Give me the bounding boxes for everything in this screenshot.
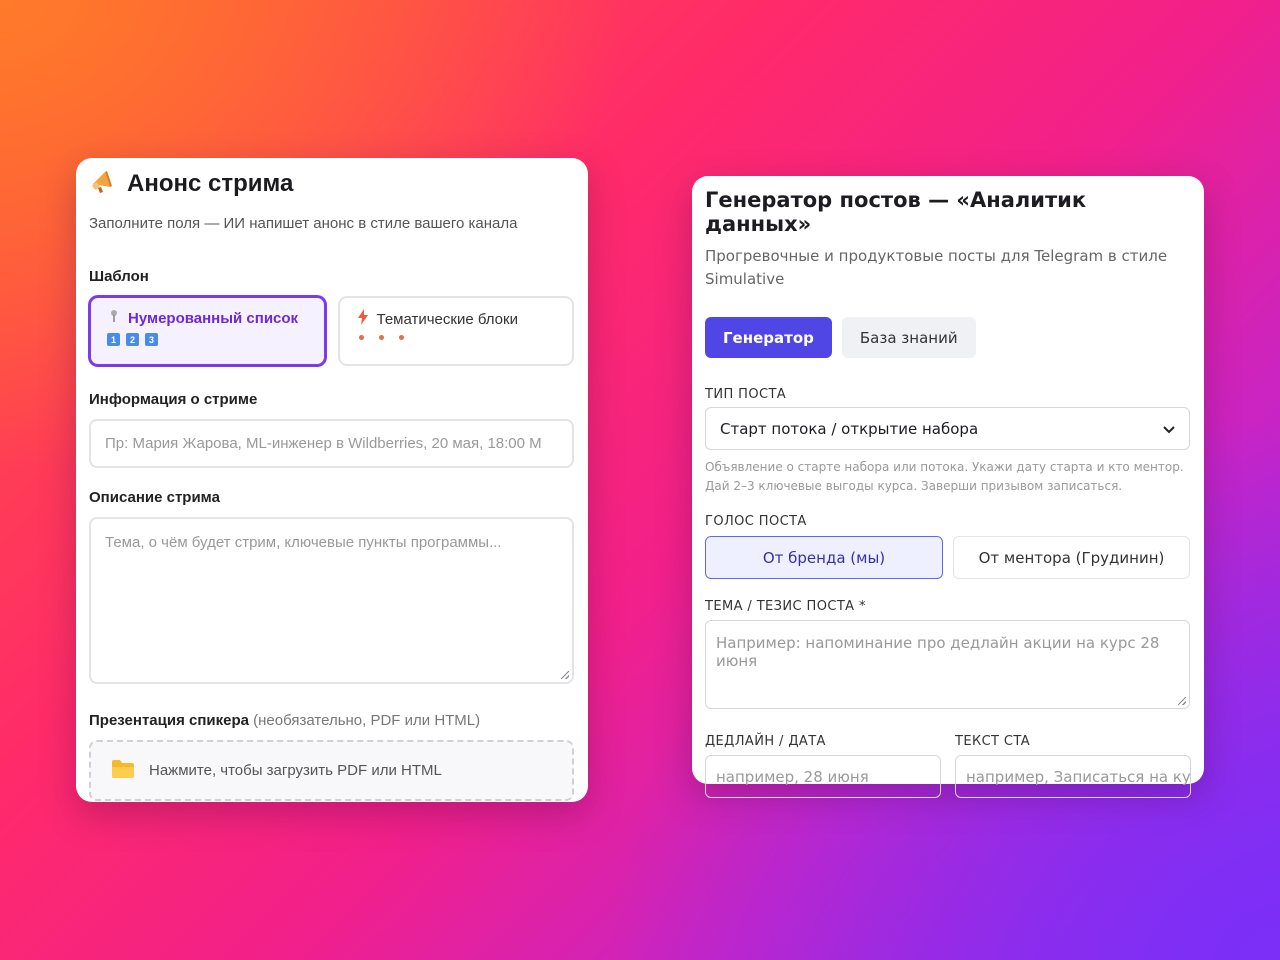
cta-group: ТЕКСТ CTA например, Записаться на кур bbox=[955, 734, 1191, 798]
post-type-hint: Объявление о старте набора или потока. У… bbox=[705, 460, 1184, 493]
topic-placeholder: Например: напоминание про дедлайн акции … bbox=[716, 634, 1160, 670]
template-numbered-list[interactable]: Нумерованный список 1 2 3 bbox=[89, 296, 326, 366]
post-type-select[interactable]: Старт потока / открытие набора bbox=[705, 407, 1190, 450]
dots-preview bbox=[356, 335, 573, 340]
presentation-label-row: Презентация спикера (необязательно, PDF … bbox=[89, 712, 574, 729]
stream-announcement-card: Анонс стрима Заполните поля — ИИ напишет… bbox=[76, 158, 588, 802]
dot-icon bbox=[358, 335, 364, 340]
topic-textarea[interactable]: Например: напоминание про дедлайн акции … bbox=[705, 620, 1190, 709]
tab-knowledge-base[interactable]: База знаний bbox=[841, 317, 976, 358]
resize-handle-icon[interactable] bbox=[1178, 697, 1186, 705]
file-upload-dropzone[interactable]: Нажмите, чтобы загрузить PDF или HTML bbox=[89, 740, 574, 801]
voice-mentor-button[interactable]: От ментора (Грудинин) bbox=[953, 536, 1190, 579]
topic-label: ТЕМА / ТЕЗИС ПОСТА * bbox=[705, 599, 866, 614]
upload-text: Нажмите, чтобы загрузить PDF или HTML bbox=[149, 762, 442, 779]
megaphone-icon bbox=[89, 167, 117, 202]
stream-info-placeholder: Пр: Мария Жарова, ML-инженер в Wildberri… bbox=[105, 435, 542, 452]
template-options: Нумерованный список 1 2 3 Тематические б… bbox=[89, 296, 574, 366]
card-subtitle: Заполните поля — ИИ напишет анонс в стил… bbox=[89, 215, 518, 232]
card-subtitle: Прогревочные и продуктовые посты для Tel… bbox=[705, 247, 1168, 288]
page-title: Анонс стрима bbox=[127, 170, 294, 197]
folder-icon bbox=[111, 759, 135, 783]
chevron-down-icon bbox=[1163, 420, 1175, 438]
stream-info-input[interactable]: Пр: Мария Жарова, ML-инженер в Wildberri… bbox=[89, 419, 574, 468]
deadline-input[interactable]: например, 28 июня bbox=[705, 755, 941, 798]
voice-options: От бренда (мы) От ментора (Грудинин) bbox=[705, 536, 1190, 579]
deadline-label: ДЕДЛАЙН / ДАТА bbox=[705, 734, 826, 749]
voice-brand-button[interactable]: От бренда (мы) bbox=[705, 536, 943, 579]
cta-placeholder: например, Записаться на кур bbox=[966, 767, 1191, 786]
post-generator-card: Генератор постов — «Аналитик данных» Про… bbox=[692, 176, 1204, 798]
presentation-label: Презентация спикера bbox=[89, 712, 249, 729]
dot-icon bbox=[378, 335, 384, 340]
tab-bar: Генератор База знаний bbox=[705, 317, 1190, 358]
template-label: Шаблон bbox=[89, 268, 149, 285]
stream-info-label: Информация о стриме bbox=[89, 391, 258, 408]
deadline-placeholder: например, 28 июня bbox=[716, 767, 869, 786]
stream-description-textarea[interactable]: Тема, о чём будет стрим, ключевые пункты… bbox=[89, 517, 574, 684]
keycap-1-icon: 1 bbox=[107, 333, 120, 346]
resize-handle-icon[interactable] bbox=[561, 671, 569, 679]
deadline-group: ДЕДЛАЙН / ДАТА например, 28 июня bbox=[705, 734, 941, 798]
pushpin-icon bbox=[107, 309, 121, 327]
template-label-thematic: Тематические блоки bbox=[376, 310, 518, 328]
keycap-3-icon: 3 bbox=[145, 333, 158, 346]
tab-generator[interactable]: Генератор bbox=[705, 317, 832, 358]
presentation-hint: (необязательно, PDF или HTML) bbox=[253, 712, 481, 729]
cta-input[interactable]: например, Записаться на кур bbox=[955, 755, 1191, 798]
page-title: Генератор постов — «Аналитик данных» bbox=[705, 188, 1087, 236]
post-type-value: Старт потока / открытие набора bbox=[720, 419, 979, 438]
dot-icon bbox=[398, 335, 404, 340]
stream-description-placeholder: Тема, о чём будет стрим, ключевые пункты… bbox=[105, 534, 502, 551]
stream-description-label: Описание стрима bbox=[89, 489, 220, 506]
deadline-cta-row: ДЕДЛАЙН / ДАТА например, 28 июня ТЕКСТ C… bbox=[705, 734, 1191, 798]
post-type-label: ТИП ПОСТА bbox=[705, 387, 787, 402]
numbered-preview: 1 2 3 bbox=[107, 333, 324, 346]
voice-label: ГОЛОС ПОСТА bbox=[705, 514, 807, 529]
lightning-icon bbox=[356, 309, 370, 329]
card-title-row: Анонс стрима bbox=[89, 169, 574, 199]
cta-label: ТЕКСТ CTA bbox=[955, 734, 1031, 749]
template-label-numbered: Нумерованный список bbox=[128, 309, 299, 327]
template-thematic-blocks[interactable]: Тематические блоки bbox=[337, 296, 574, 366]
keycap-2-icon: 2 bbox=[126, 333, 139, 346]
